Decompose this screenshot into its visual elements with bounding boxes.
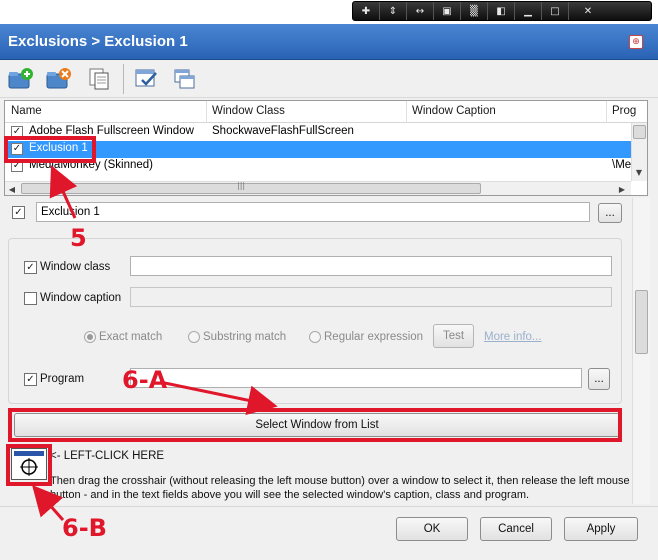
annotation-label-6a: 6-A xyxy=(122,366,168,394)
annotation-label-5: 5 xyxy=(70,224,87,252)
annotation-arrows xyxy=(32,165,278,521)
annotation-label-6b: 6-B xyxy=(62,514,107,542)
arrow-to-select-window xyxy=(159,380,278,416)
arrow-to-crosshair xyxy=(32,485,65,521)
arrow-to-selected-row xyxy=(49,165,78,219)
